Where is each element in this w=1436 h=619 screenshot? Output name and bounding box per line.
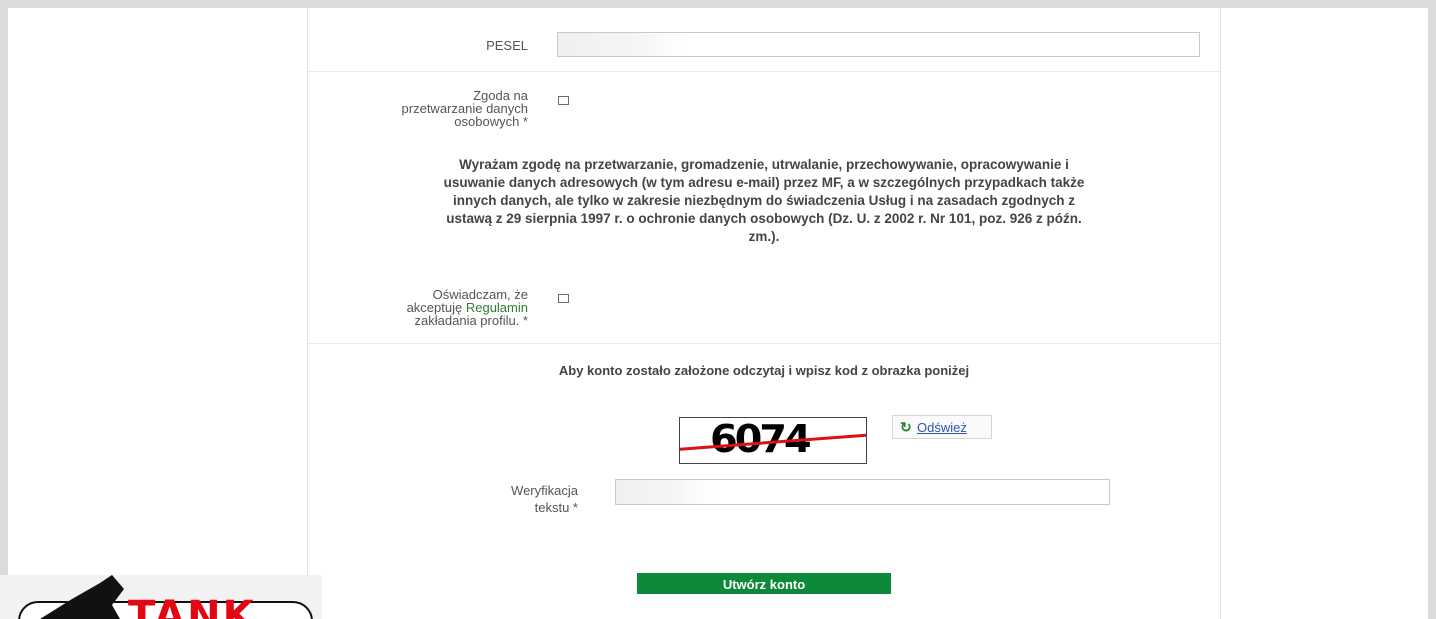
create-account-button[interactable]: Utwórz konto bbox=[637, 573, 891, 594]
consent-text-line: innych danych, ale tylko w zakresie niez… bbox=[453, 193, 1075, 208]
verification-input[interactable] bbox=[615, 479, 1110, 505]
consent-text-line: ustawą z 29 sierpnia 1997 r. o ochronie … bbox=[446, 211, 1082, 226]
terms-label: Oświadczam, że akceptuję Regulamin zakła… bbox=[328, 288, 528, 327]
consent-text-line: usuwanie danych adresowych (w tym adresu… bbox=[443, 175, 1085, 190]
captcha-image: 6074 bbox=[679, 417, 867, 464]
pesel-label: PESEL bbox=[486, 38, 528, 53]
consent-text-line: zm.). bbox=[748, 229, 780, 244]
verification-label-line: tekstu * bbox=[534, 500, 578, 515]
refresh-captcha-button[interactable]: ↻ Odśwież bbox=[892, 415, 992, 439]
terms-checkbox[interactable] bbox=[558, 294, 569, 303]
logo-text: TANK bbox=[128, 593, 256, 619]
logo: TANK bbox=[0, 575, 322, 619]
pesel-input[interactable] bbox=[557, 32, 1200, 57]
terms-label-line: zakładania profilu. * bbox=[414, 313, 528, 328]
consent-label-line: osobowych * bbox=[454, 114, 528, 129]
refresh-label: Odśwież bbox=[917, 420, 967, 435]
verification-label-line: Weryfikacja bbox=[511, 483, 578, 498]
consent-text-line: Wyrażam zgodę na przetwarzanie, gromadze… bbox=[459, 157, 1069, 172]
row-divider bbox=[308, 71, 1220, 72]
consent-text: Wyrażam zgodę na przetwarzanie, gromadze… bbox=[333, 156, 1195, 246]
consent-processing-checkbox[interactable] bbox=[558, 96, 569, 105]
verification-label: Weryfikacja tekstu * bbox=[378, 482, 578, 516]
refresh-icon: ↻ bbox=[900, 419, 912, 435]
row-divider bbox=[308, 343, 1220, 344]
captcha-instruction: Aby konto zostało założone odczytaj i wp… bbox=[558, 363, 970, 378]
consent-processing-label: Zgoda na przetwarzanie danych osobowych … bbox=[328, 89, 528, 128]
registration-form: PESEL Zgoda na przetwarzanie danych osob… bbox=[307, 8, 1221, 619]
